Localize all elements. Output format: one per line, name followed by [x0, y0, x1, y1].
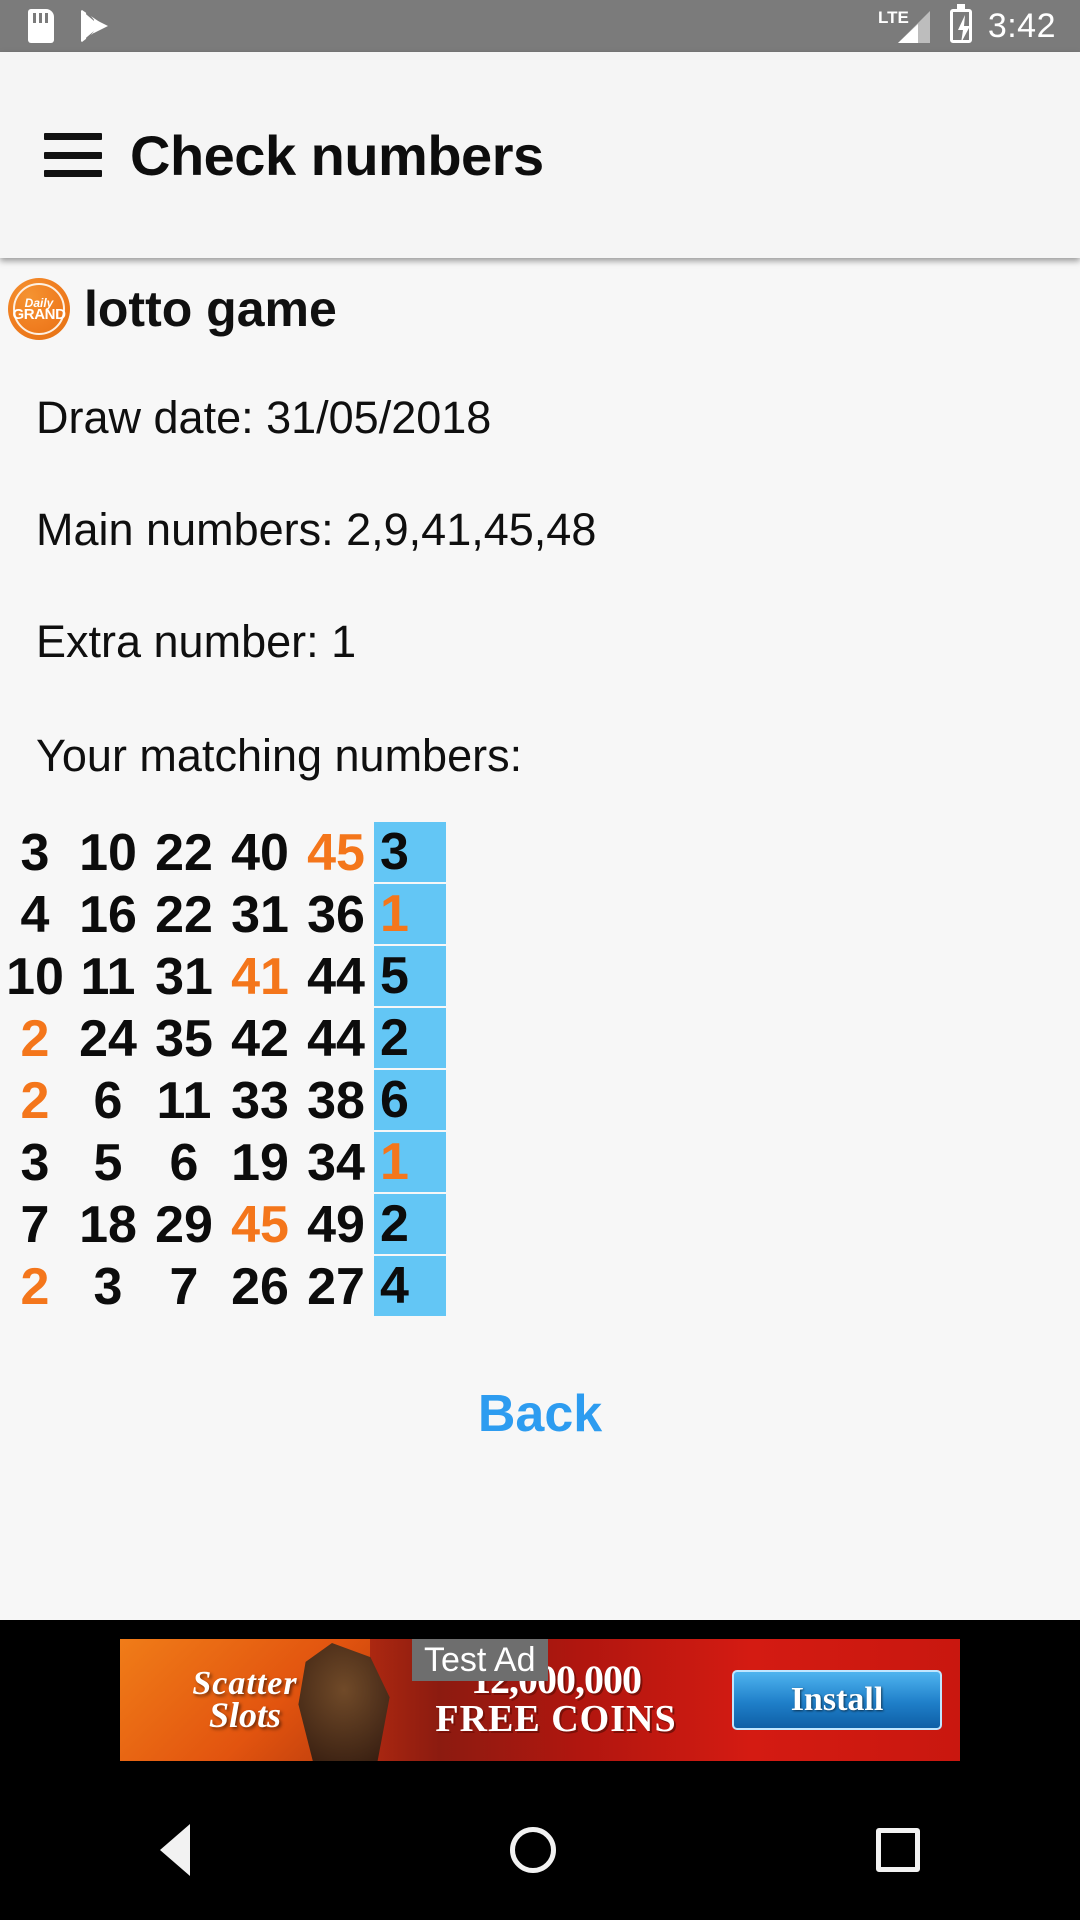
back-button-container: Back: [0, 1378, 1080, 1450]
status-bar-clock: 3:42: [987, 6, 1056, 45]
number-cell: 34: [307, 1134, 365, 1192]
number-cell: 27: [307, 1258, 365, 1316]
number-cell: 5: [93, 1134, 123, 1192]
ad-brand-line-2: Slots: [208, 1695, 282, 1736]
number-cell: 4: [20, 886, 50, 944]
number-cell: 35: [155, 1010, 213, 1068]
ad-free-coins-text: FREE COINS: [435, 1698, 677, 1741]
number-cell: 3: [20, 1134, 50, 1192]
game-title: lotto game: [84, 281, 337, 337]
number-cell: 2: [20, 1072, 50, 1130]
number-cell: 44: [307, 1010, 365, 1068]
number-cell: 16: [79, 886, 137, 944]
number-cell: 49: [307, 1196, 365, 1254]
number-cell: 3: [20, 824, 50, 882]
hamburger-menu-icon[interactable]: [44, 133, 102, 177]
phone-screen: LTE 3:42 Check numbers Daily GRAND lotto…: [0, 0, 1080, 1920]
table-row: 4 16 22 31 36 1: [0, 884, 1080, 946]
number-cell: 24: [79, 1010, 137, 1068]
number-cell: 6: [93, 1072, 123, 1130]
extra-number-cell: 4: [374, 1256, 446, 1318]
extra-number-cell: 1: [374, 1132, 446, 1194]
table-row: 7 18 29 45 49 2: [0, 1194, 1080, 1256]
logo-line-2: GRAND: [12, 305, 66, 323]
svg-text:LTE: LTE: [878, 8, 909, 27]
number-cell: 11: [156, 1072, 212, 1130]
table-row: 3 5 6 19 34 1: [0, 1132, 1080, 1194]
number-cell: 42: [231, 1010, 289, 1068]
status-bar: LTE 3:42: [0, 0, 1080, 52]
number-cell: 44: [307, 948, 365, 1006]
number-cell: 29: [155, 1196, 213, 1254]
number-cell: 11: [80, 948, 136, 1006]
table-row: 3 10 22 40 45 3: [0, 822, 1080, 884]
number-cell: 7: [169, 1258, 199, 1316]
matching-numbers-label: Your matching numbers:: [36, 730, 523, 781]
number-cell: 41: [231, 948, 289, 1006]
table-row: 2 24 35 42 44 2: [0, 1008, 1080, 1070]
number-cell: 22: [155, 886, 213, 944]
number-cell: 22: [155, 824, 213, 882]
number-cell: 18: [79, 1196, 137, 1254]
lte-signal-icon: LTE: [878, 7, 934, 45]
daily-grand-logo-icon: Daily GRAND: [8, 278, 70, 340]
extra-number-cell: 2: [374, 1194, 446, 1256]
battery-charging-icon: [949, 4, 972, 43]
number-cell: 45: [231, 1196, 289, 1254]
page-title: Check numbers: [130, 123, 544, 187]
number-cell: 36: [307, 886, 365, 944]
sd-card-icon: [28, 9, 54, 43]
number-cell: 6: [169, 1134, 199, 1192]
number-cell: 40: [231, 824, 289, 882]
google-play-icon: [80, 9, 110, 43]
number-cell: 26: [231, 1258, 289, 1316]
extra-number-cell: 1: [374, 884, 446, 946]
matching-numbers-grid: 3 10 22 40 45 3 4 16 22 31 36 1 10 11 31 41 44 5 2 24 35 42 44…: [0, 822, 1080, 1318]
main-content: Daily GRAND lotto game Draw date: 31/05/…: [0, 260, 1080, 1620]
ad-banner[interactable]: Scatter Slots 12,000,000 FREE COINS Inst…: [120, 1639, 960, 1761]
number-cell: 2: [20, 1258, 50, 1316]
number-cell: 33: [231, 1072, 289, 1130]
extra-number-cell: 5: [374, 946, 446, 1008]
test-ad-label: Test Ad: [412, 1639, 548, 1681]
table-row: 10 11 31 41 44 5: [0, 946, 1080, 1008]
main-numbers-text: Main numbers: 2,9,41,45,48: [36, 504, 597, 555]
table-row: 2 3 7 26 27 4: [0, 1256, 1080, 1318]
number-cell: 38: [307, 1072, 365, 1130]
status-bar-right-icons: LTE 3:42: [878, 4, 1080, 46]
ad-brand: Scatter Slots: [120, 1639, 390, 1761]
number-cell: 31: [155, 948, 213, 1006]
extra-number-cell: 2: [374, 1008, 446, 1070]
number-cell: 10: [6, 948, 64, 1006]
ad-install-button[interactable]: Install: [732, 1670, 942, 1730]
nav-back-icon[interactable]: [160, 1824, 190, 1876]
number-cell: 45: [307, 824, 365, 882]
number-cell: 7: [20, 1196, 50, 1254]
extra-number-text: Extra number: 1: [36, 616, 357, 667]
game-header: Daily GRAND lotto game: [0, 260, 1080, 340]
number-cell: 3: [93, 1258, 123, 1316]
app-bar: Check numbers: [0, 52, 1080, 258]
extra-number-cell: 6: [374, 1070, 446, 1132]
number-cell: 19: [231, 1134, 289, 1192]
nav-recents-icon[interactable]: [876, 1828, 920, 1872]
extra-number-cell: 3: [374, 822, 446, 884]
ad-zone: Scatter Slots 12,000,000 FREE COINS Inst…: [0, 1620, 1080, 1780]
android-navigation-bar: [0, 1780, 1080, 1920]
status-bar-left-icons: [0, 9, 110, 43]
table-row: 2 6 11 33 38 6: [0, 1070, 1080, 1132]
number-cell: 31: [231, 886, 289, 944]
ad-brand-text: Scatter Slots: [192, 1666, 297, 1736]
number-cell: 2: [20, 1010, 50, 1068]
number-cell: 10: [79, 824, 137, 882]
draw-date-text: Draw date: 31/05/2018: [36, 392, 492, 443]
nav-home-icon[interactable]: [510, 1827, 556, 1873]
back-button[interactable]: Back: [454, 1378, 626, 1450]
